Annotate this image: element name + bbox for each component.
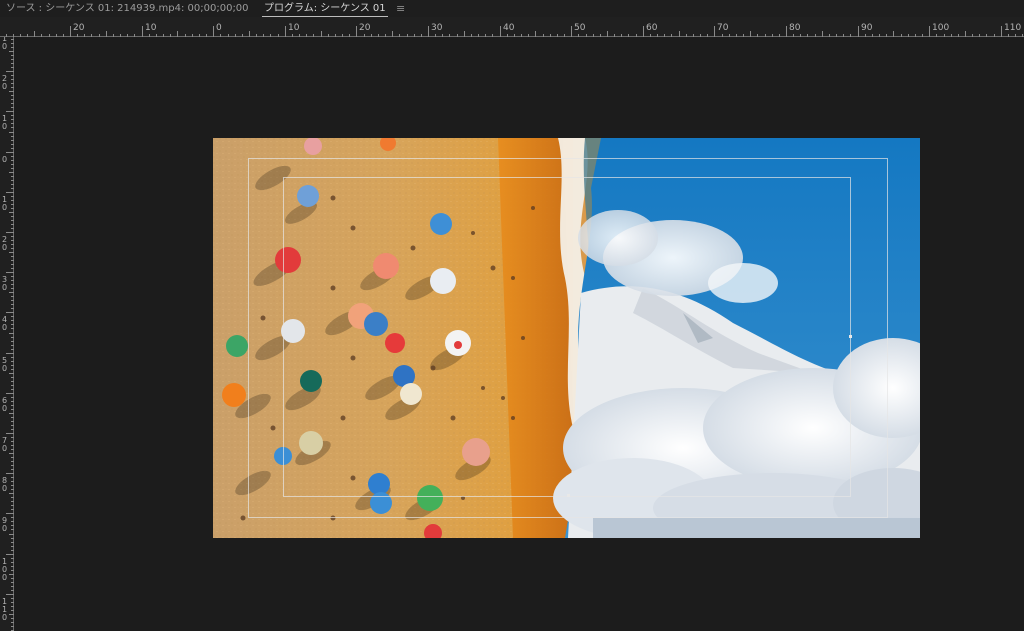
panel-tab-bar: ソース : シーケンス 01: 214939.mp4: 00;00;00;00 … <box>0 0 1024 17</box>
ruler-label: 10 <box>145 23 157 33</box>
program-monitor-panel: ソース : シーケンス 01: 214939.mp4: 00;00;00;00 … <box>0 0 1024 631</box>
ruler-label: 90 <box>861 23 873 33</box>
ruler-label: 110 <box>1004 23 1021 33</box>
ruler-label: 0 <box>2 573 7 582</box>
tab-program-monitor[interactable]: プログラム: シーケンス 01 <box>262 0 388 17</box>
ruler-label: 60 <box>646 23 658 33</box>
horizontal-ruler[interactable]: 20 10 0 10 20 30 40 50 60 70 80 90 100 110 <box>0 17 1024 37</box>
ruler-label: 70 <box>717 23 729 33</box>
ruler-label: 0 <box>2 243 7 252</box>
ruler-label: 0 <box>2 484 7 493</box>
ruler-label: 0 <box>216 23 222 33</box>
ruler-label: 0 <box>2 444 7 453</box>
ruler-label: 10 <box>288 23 300 33</box>
ruler-label: 0 <box>2 524 7 533</box>
ruler-label: 0 <box>2 82 7 91</box>
vertical-ruler[interactable]: 1020100102030405060708090100110 <box>0 34 14 631</box>
ruler-label: 0 <box>2 203 7 212</box>
ruler-label: 0 <box>2 42 7 51</box>
hamburger-menu-icon[interactable]: ≡ <box>396 0 405 17</box>
ruler-label: 0 <box>2 122 7 131</box>
ruler-label: 0 <box>2 155 7 164</box>
ruler-label: 0 <box>2 613 7 622</box>
ruler-label: 0 <box>2 323 7 332</box>
ruler-label: 80 <box>789 23 801 33</box>
ruler-label: 100 <box>932 23 949 33</box>
ruler-label: 40 <box>503 23 515 33</box>
anchor-handle-bottom[interactable] <box>567 494 570 497</box>
ruler-label: 20 <box>359 23 371 33</box>
tab-source-monitor[interactable]: ソース : シーケンス 01: 214939.mp4: 00;00;00;00 <box>6 0 249 17</box>
program-canvas[interactable] <box>14 37 1024 631</box>
ruler-label: 0 <box>2 364 7 373</box>
anchor-handle-right[interactable] <box>849 335 852 338</box>
title-safe-margin <box>283 177 851 497</box>
ruler-label: 20 <box>73 23 85 33</box>
ruler-label: 0 <box>2 404 7 413</box>
ruler-label: 0 <box>2 283 7 292</box>
ruler-label: 30 <box>431 23 443 33</box>
ruler-label: 50 <box>574 23 586 33</box>
